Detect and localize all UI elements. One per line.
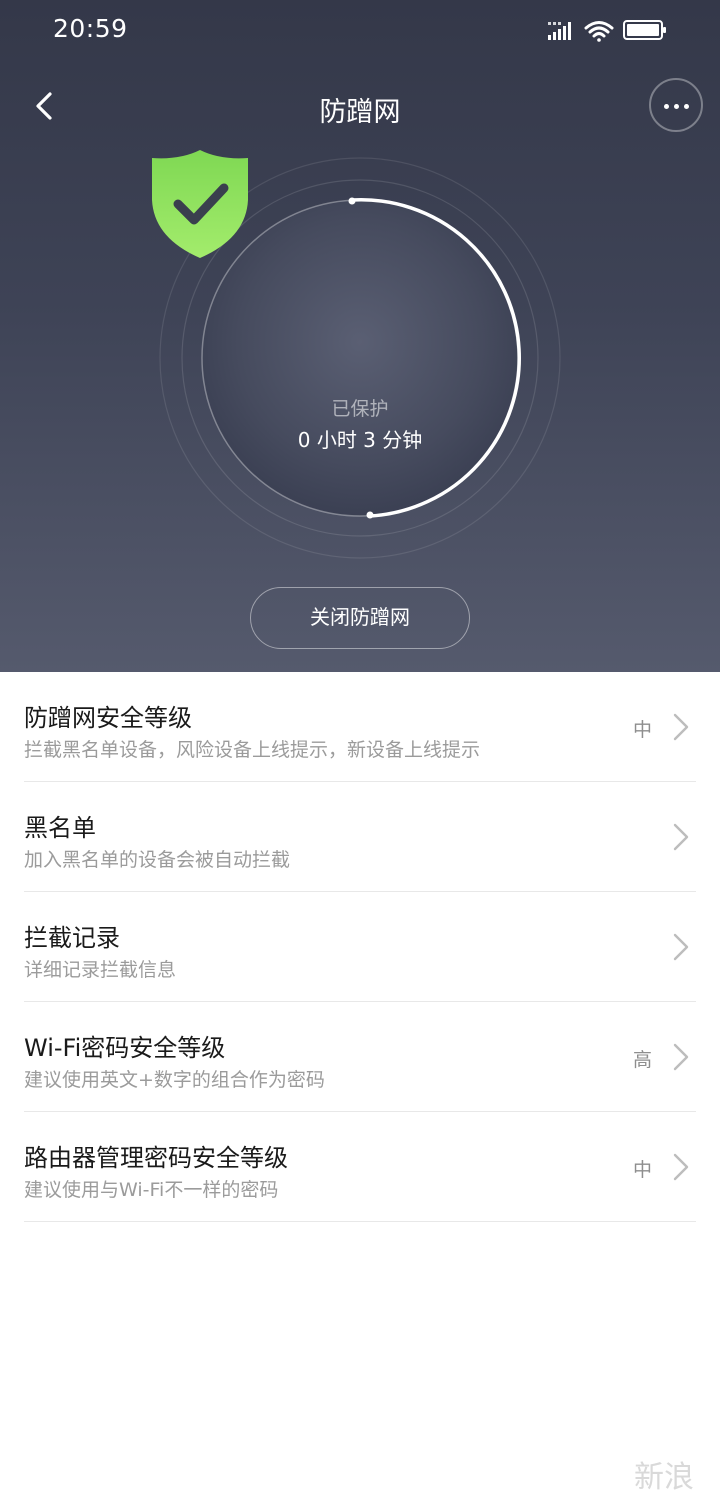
setting-row-protection-level[interactable]: 防蹭网安全等级 拦截黑名单设备，风险设备上线提示，新设备上线提示 中 — [24, 672, 696, 782]
row-title: Wi-Fi密码安全等级 — [24, 1034, 226, 1062]
setting-row-block-records[interactable]: 拦截记录 详细记录拦截信息 — [24, 892, 696, 1002]
protected-label: 已保护 — [331, 398, 389, 420]
row-value: 高 — [632, 1049, 652, 1071]
chevron-right-icon — [673, 1153, 689, 1181]
row-value: 中 — [632, 1159, 652, 1181]
status-bar: 20:59 — [0, 0, 720, 62]
page-title: 防蹭网 — [319, 97, 401, 128]
chevron-right-icon — [673, 1043, 689, 1071]
nav-bar: 防蹭网 — [0, 72, 720, 140]
more-button[interactable] — [649, 78, 703, 132]
row-subtitle: 详细记录拦截信息 — [24, 959, 177, 981]
setting-row-admin-password-level[interactable]: 路由器管理密码安全等级 建议使用与Wi-Fi不一样的密码 中 — [24, 1112, 696, 1222]
shield-check-icon — [152, 150, 248, 258]
row-subtitle: 建议使用英文+数字的组合作为密码 — [24, 1069, 325, 1091]
row-title: 路由器管理密码安全等级 — [24, 1144, 288, 1172]
close-protection-button[interactable]: 关闭防蹭网 — [250, 587, 470, 649]
battery-icon — [623, 20, 666, 40]
row-value: 中 — [632, 719, 652, 741]
chevron-right-icon — [673, 713, 689, 741]
wifi-icon — [584, 21, 614, 42]
setting-row-blacklist[interactable]: 黑名单 加入黑名单的设备会被自动拦截 — [24, 782, 696, 892]
chevron-right-icon — [673, 823, 689, 851]
row-title: 防蹭网安全等级 — [24, 704, 192, 732]
watermark: 新浪众测 — [634, 1460, 694, 1495]
row-subtitle: 加入黑名单的设备会被自动拦截 — [24, 849, 291, 871]
protected-duration: 0 小时 3 分钟 — [297, 428, 423, 452]
header-panel: 20:59 防蹭网 已保护 0 小时 3 分钟 关闭防蹭网 — [0, 0, 720, 672]
setting-row-wifi-password-level[interactable]: Wi-Fi密码安全等级 建议使用英文+数字的组合作为密码 高 — [24, 1002, 696, 1112]
protection-dial: 已保护 0 小时 3 分钟 — [150, 148, 570, 568]
row-title: 拦截记录 — [24, 924, 120, 952]
row-title: 黑名单 — [24, 814, 96, 842]
settings-list: 防蹭网安全等级 拦截黑名单设备，风险设备上线提示，新设备上线提示 中 黑名单 加… — [0, 672, 720, 1222]
status-time: 20:59 — [53, 14, 128, 43]
row-subtitle: 建议使用与Wi-Fi不一样的密码 — [24, 1179, 279, 1201]
status-icons — [548, 20, 666, 42]
chevron-right-icon — [673, 933, 689, 961]
signal-icon — [548, 22, 571, 40]
row-subtitle: 拦截黑名单设备，风险设备上线提示，新设备上线提示 — [24, 739, 481, 761]
